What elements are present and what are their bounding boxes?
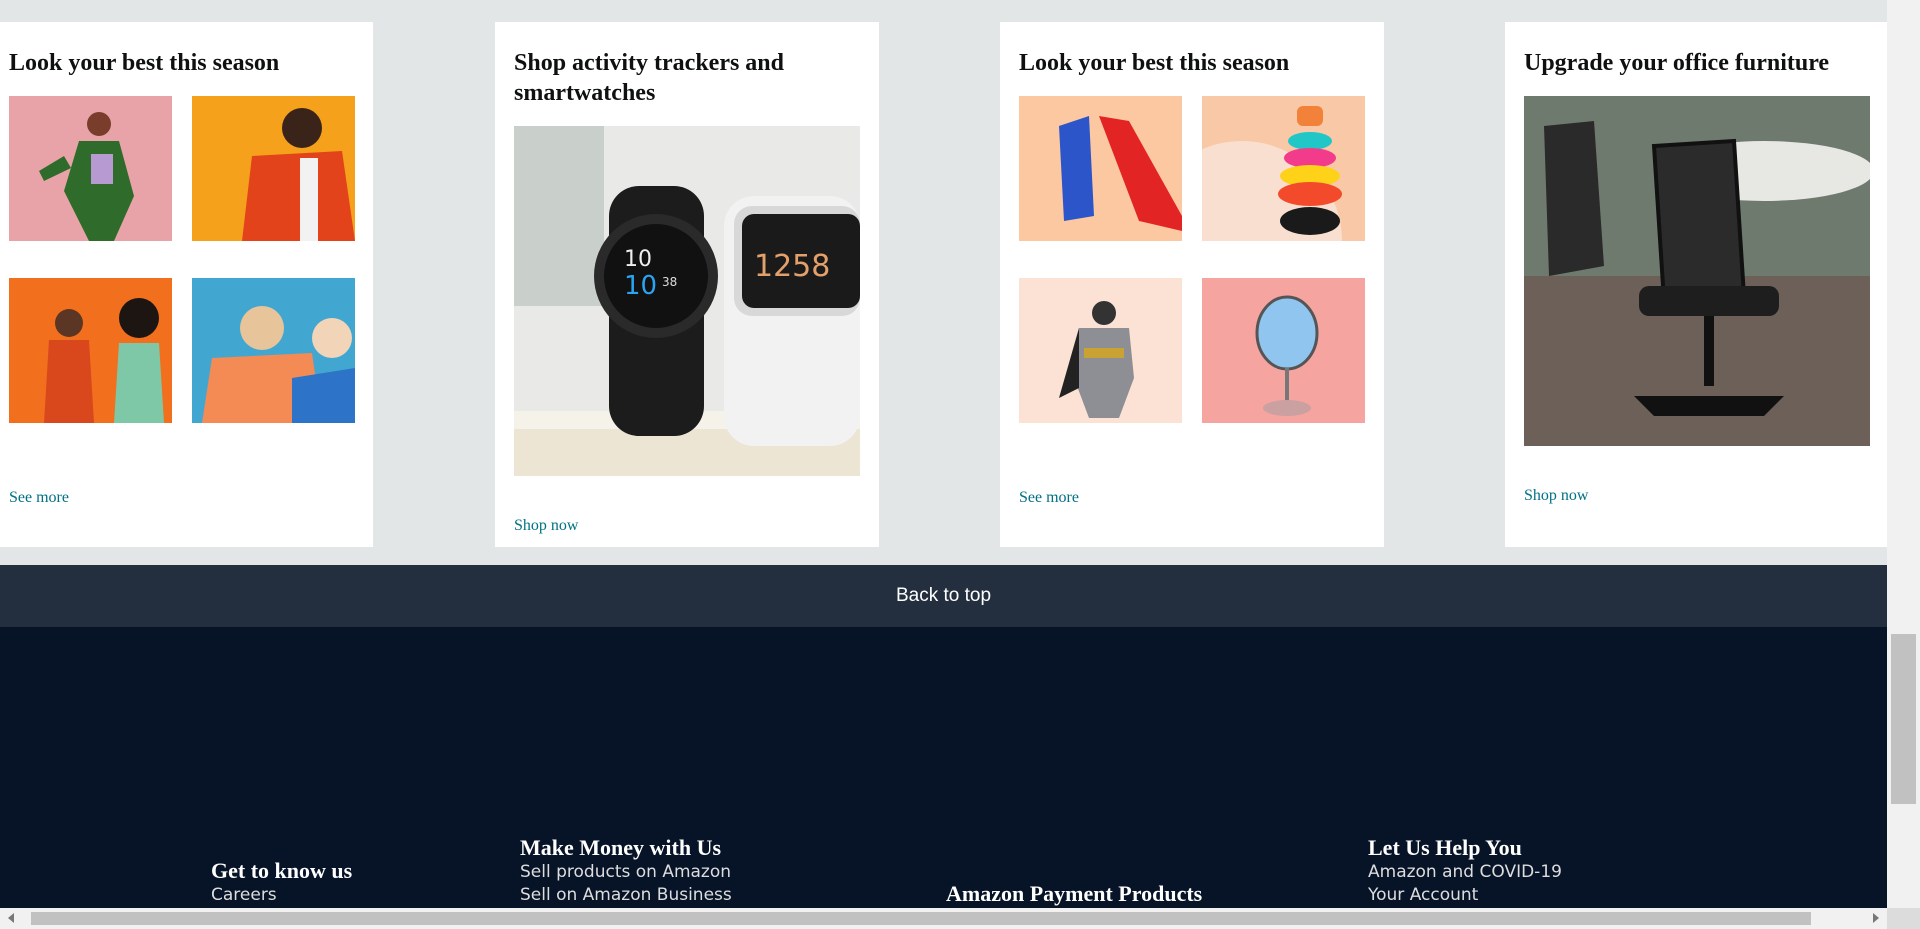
product-image-friends-hug[interactable] <box>192 278 355 423</box>
product-image-man-orange-jacket[interactable] <box>192 96 355 241</box>
footer-heading: Let Us Help You <box>1368 835 1522 860</box>
footer-column-let-us-help: Let Us Help You Amazon and COVID-19 Your… <box>1368 835 1562 907</box>
svg-text:10: 10 <box>624 271 657 301</box>
card-title: Look your best this season <box>9 50 280 76</box>
footer: Get to know us Careers Make Money with U… <box>0 627 1887 908</box>
footer-link-careers[interactable]: Careers <box>211 884 352 907</box>
product-image-women-orange[interactable] <box>9 278 172 423</box>
card-title: Shop activity trackers and smartwatches <box>514 50 784 106</box>
product-image-batman-figure[interactable] <box>1019 278 1182 423</box>
product-image-office-chair[interactable] <box>1524 96 1870 446</box>
footer-link-covid[interactable]: Amazon and COVID-19 <box>1368 861 1562 884</box>
card-office-furniture: Upgrade your office furniture Shop now <box>1505 22 1887 547</box>
shop-now-link[interactable]: Shop now <box>1524 487 1588 505</box>
shop-now-link[interactable]: Shop now <box>514 517 578 535</box>
product-image-woman-green-coat[interactable] <box>9 96 172 241</box>
svg-text:1258: 1258 <box>754 249 830 284</box>
vertical-scrollbar[interactable] <box>1887 0 1920 908</box>
back-to-top-button[interactable]: Back to top <box>0 565 1887 627</box>
footer-column-payment-products: Amazon Payment Products <box>946 881 1202 907</box>
card-title: Look your best this season <box>1019 50 1290 76</box>
scrollbar-corner <box>1887 908 1920 929</box>
product-image-smartwatches[interactable]: 10 10 38 1258 <box>514 126 860 476</box>
footer-link-sell-business[interactable]: Sell on Amazon Business <box>520 884 732 907</box>
product-image-mirror[interactable] <box>1202 278 1365 423</box>
svg-text:38: 38 <box>662 275 677 289</box>
svg-text:10: 10 <box>624 247 652 272</box>
footer-link-sell-products[interactable]: Sell products on Amazon <box>520 861 732 884</box>
card-smartwatches: Shop activity trackers and smartwatches … <box>495 22 879 547</box>
card-toys: Look your best this season See more <box>1000 22 1384 547</box>
scroll-left-arrow-icon[interactable] <box>8 913 14 923</box>
card-title: Upgrade your office furniture <box>1524 50 1830 76</box>
footer-heading: Get to know us <box>211 858 353 883</box>
footer-column-get-to-know-us: Get to know us Careers <box>211 858 352 907</box>
page-viewport: Look your best this season See more Shop… <box>0 0 1887 908</box>
card-fashion: Look your best this season See more <box>0 22 373 547</box>
footer-link-your-account[interactable]: Your Account <box>1368 884 1562 907</box>
vertical-scroll-thumb[interactable] <box>1891 634 1916 804</box>
product-image-stacking-rings[interactable] <box>1202 96 1365 241</box>
footer-column-make-money: Make Money with Us Sell products on Amaz… <box>520 835 732 907</box>
footer-heading: Make Money with Us <box>520 835 722 860</box>
scroll-right-arrow-icon[interactable] <box>1873 913 1879 923</box>
horizontal-scroll-thumb[interactable] <box>31 912 1811 925</box>
product-image-toy-slide[interactable] <box>1019 96 1182 241</box>
see-more-link[interactable]: See more <box>1019 489 1079 507</box>
horizontal-scrollbar[interactable] <box>0 908 1887 929</box>
see-more-link[interactable]: See more <box>9 489 69 507</box>
footer-heading: Amazon Payment Products <box>946 881 1203 906</box>
